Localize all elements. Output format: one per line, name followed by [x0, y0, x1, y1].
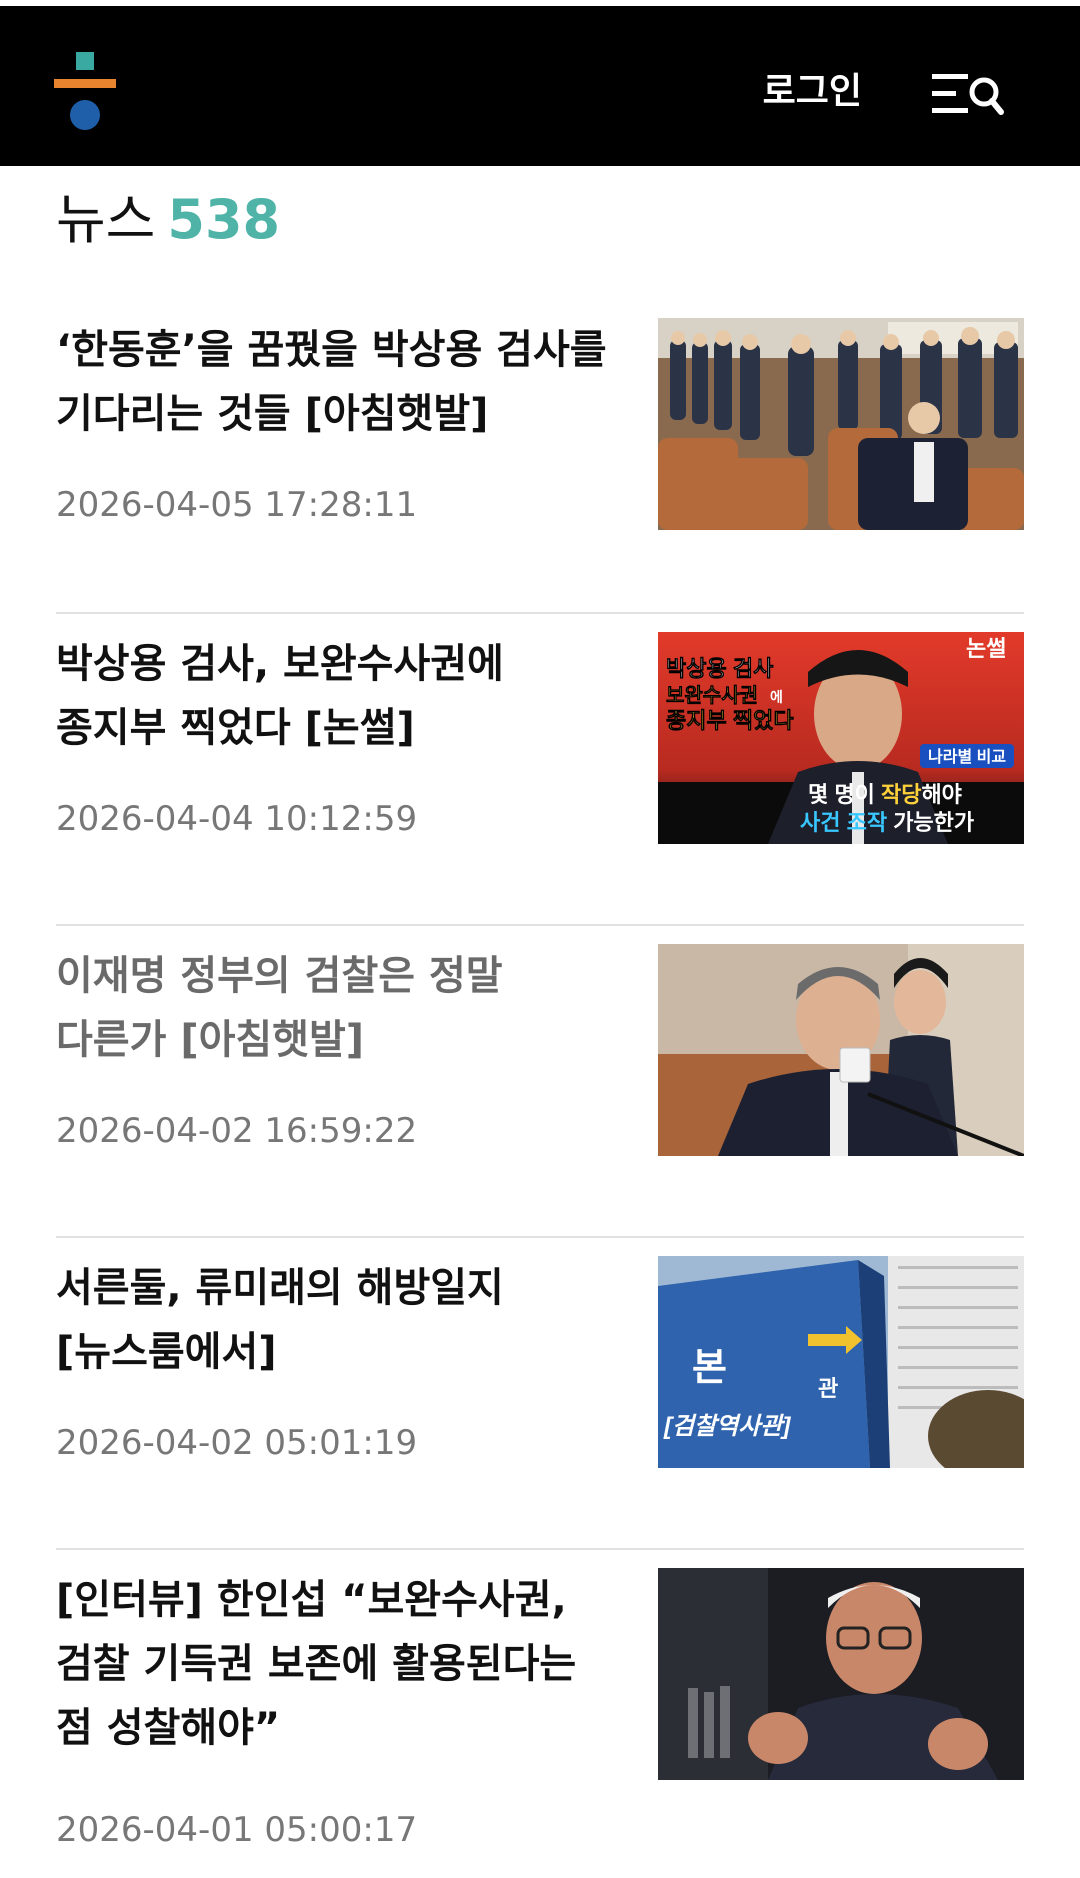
news-thumbnail[interactable]: 본 관 [검찰역사관] [658, 1256, 1024, 1468]
sign-text: 관 [818, 1376, 838, 1401]
news-date: 2026-04-04 10:12:59 [56, 799, 418, 839]
thumb-text: 종지부 찍었다 [666, 708, 794, 733]
headline-part: 보완수사권 [283, 641, 468, 687]
sign-text: [검찰역사관] [663, 1413, 791, 1440]
news-date: 2026-04-01 05:00:17 [56, 1810, 418, 1850]
video-thumbnail: 논썰 박상용 검사 보완수사권 에 종지부 찍었다 나라별 비교 몇 명이 작당… [658, 632, 1024, 844]
news-item[interactable]: 박상용 검사, 보완수사권에 종지부 찍었다 [논썰] 2026-04-04 1… [56, 612, 1024, 924]
interview-portrait-photo [658, 1568, 1024, 1780]
news-headline[interactable]: 서른둘, 류미래의 해방일지 [뉴스룸에서] [56, 1256, 616, 1384]
section-count: 538 [167, 188, 281, 251]
thumb-text-a: 사건 조작 [800, 810, 887, 835]
headline-part: 박상용 검사, [56, 641, 284, 687]
news-thumbnail[interactable] [658, 318, 1024, 530]
sign-text: 본 [692, 1347, 727, 1389]
news-headline[interactable]: ‘한동훈’을 꿈꿨을 박상용 검사를 기다리는 것들 [아침햇발] [56, 318, 616, 446]
thumb-text: 몇 명이 작당해야 [808, 782, 962, 807]
news-date: 2026-04-02 05:01:19 [56, 1423, 418, 1463]
thumb-text: 박상용 검사 [666, 656, 774, 681]
brand-logo-icon[interactable] [54, 52, 116, 132]
official-drinking-water-photo [658, 944, 1024, 1156]
menu-search-icon[interactable] [932, 70, 1004, 118]
news-headline[interactable]: [인터뷰] 한인섭 “보완수사권, 검찰 기득권 보존에 활용된다는 점 성찰해… [56, 1568, 616, 1760]
thumb-tag: 나라별 비교 [928, 748, 1006, 766]
page: 로그인 뉴스 538 ‘한동훈’을 꿈꿨을 박상용 검사를 기다리는 것들 [아침… [0, 0, 1080, 1878]
prosecution-building-sign-photo: 본 관 [검찰역사관] [658, 1256, 1024, 1468]
thumb-text-b: 가능한가 [887, 810, 974, 835]
thumb-text-c: 해야 [921, 782, 961, 807]
news-thumbnail[interactable] [658, 944, 1024, 1156]
section-title: 뉴스 538 [56, 188, 280, 252]
news-thumbnail[interactable]: 논썰 박상용 검사 보완수사권 에 종지부 찍었다 나라별 비교 몇 명이 작당… [658, 632, 1024, 844]
news-list: ‘한동훈’을 꿈꿨을 박상용 검사를 기다리는 것들 [아침햇발] 2026-0… [56, 300, 1024, 1868]
thumb-text-b: 작당 [881, 782, 921, 807]
thumb-text: 사건 조작 가능한가 [800, 810, 974, 835]
section-title-label: 뉴스 [56, 188, 156, 251]
thumb-brand: 논썰 [966, 636, 1006, 661]
news-thumbnail[interactable] [658, 1568, 1024, 1780]
news-headline[interactable]: 이재명 정부의 검찰은 정말 다른가 [아침햇발] [56, 944, 616, 1072]
login-link[interactable]: 로그인 [763, 70, 862, 114]
news-date: 2026-04-05 17:28:11 [56, 485, 418, 525]
news-item[interactable]: 이재명 정부의 검찰은 정말 다른가 [아침햇발] 2026-04-02 16:… [56, 924, 1024, 1236]
prosecutors-hearing-photo [658, 318, 1024, 530]
news-headline[interactable]: 박상용 검사, 보완수사권에 종지부 찍었다 [논썰] [56, 632, 616, 760]
news-item[interactable]: [인터뷰] 한인섭 “보완수사권, 검찰 기득권 보존에 활용된다는 점 성찰해… [56, 1548, 1024, 1868]
thumb-text: 에 [770, 689, 783, 705]
news-item[interactable]: ‘한동훈’을 꿈꿨을 박상용 검사를 기다리는 것들 [아침햇발] 2026-0… [56, 300, 1024, 612]
top-header: 로그인 [0, 6, 1080, 166]
thumb-text: 보완수사권 [666, 684, 758, 707]
thumb-text-a: 몇 명이 [808, 782, 881, 807]
news-item[interactable]: 서른둘, 류미래의 해방일지 [뉴스룸에서] 2026-04-02 05:01:… [56, 1236, 1024, 1548]
news-date: 2026-04-02 16:59:22 [56, 1111, 418, 1151]
